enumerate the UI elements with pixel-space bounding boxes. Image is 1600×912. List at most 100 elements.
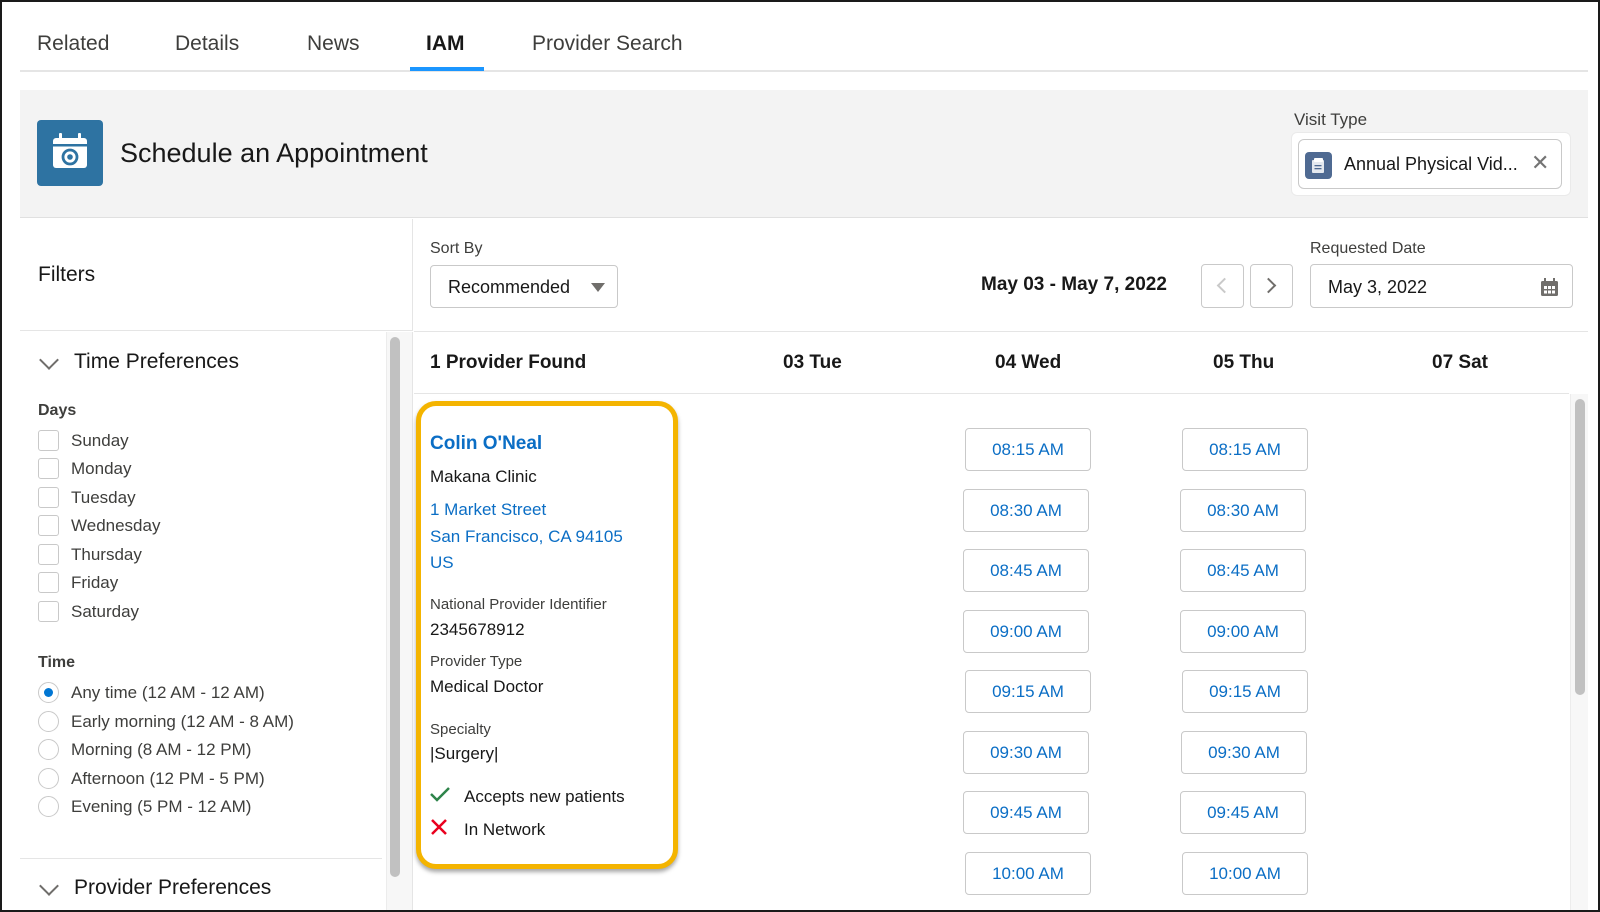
checkbox-label: Wednesday <box>71 515 161 535</box>
provider-preferences-toggle[interactable]: Provider Preferences <box>38 876 271 900</box>
checkbox[interactable] <box>38 487 59 508</box>
checkbox[interactable] <box>38 601 59 622</box>
radio-button[interactable] <box>38 796 59 817</box>
visit-type-pill[interactable]: Annual Physical Vid... ✕ <box>1298 139 1562 189</box>
close-icon[interactable]: ✕ <box>1531 150 1549 176</box>
time-slot-thu[interactable]: 08:15 AM <box>1182 428 1308 471</box>
time-slot-wed[interactable]: 09:45 AM <box>963 791 1089 834</box>
checkbox-label: Monday <box>71 458 132 478</box>
tab-news[interactable]: News <box>307 32 360 56</box>
radio-button[interactable] <box>38 711 59 732</box>
document-icon <box>1305 152 1332 179</box>
filters-header: Filters <box>20 219 413 331</box>
previous-week-button[interactable] <box>1201 264 1244 308</box>
time-slot-wed[interactable]: 08:15 AM <box>965 428 1091 471</box>
tab-iam[interactable]: IAM <box>426 32 465 56</box>
time-slot-wed[interactable]: 09:00 AM <box>963 610 1089 653</box>
provider-address-line-3[interactable]: US <box>430 553 454 573</box>
checkbox[interactable] <box>38 515 59 536</box>
radio-label: Morning (8 AM - 12 PM) <box>71 739 252 759</box>
specialty-value: |Surgery| <box>430 744 499 763</box>
time-slot-thu[interactable]: 09:00 AM <box>1180 610 1306 653</box>
checkbox-label: Thursday <box>71 544 142 564</box>
time-preferences-title: Time Preferences <box>74 350 239 373</box>
sort-by-value: Recommended <box>448 277 571 297</box>
day-checkbox-monday[interactable]: Monday <box>38 458 131 479</box>
provider-type-value: Medical Doctor <box>430 677 544 696</box>
time-slot-wed[interactable]: 10:00 AM <box>965 852 1091 895</box>
day-checkbox-thursday[interactable]: Thursday <box>38 544 142 565</box>
page-title: Schedule an Appointment <box>120 138 428 168</box>
provider-address-line-1[interactable]: 1 Market Street <box>430 500 546 520</box>
checkbox[interactable] <box>38 544 59 565</box>
radio-button[interactable] <box>38 682 59 703</box>
checkbox-label: Saturday <box>71 601 140 621</box>
radio-label: Evening (5 PM - 12 AM) <box>71 796 252 816</box>
calendar-icon <box>37 120 103 186</box>
requested-date-input[interactable]: May 3, 2022 <box>1310 264 1573 308</box>
checkbox[interactable] <box>38 430 59 451</box>
provider-name-link[interactable]: Colin O'Neal <box>430 433 542 455</box>
time-radio-morning[interactable]: Morning (8 AM - 12 PM) <box>38 739 251 760</box>
time-slot-thu[interactable]: 09:15 AM <box>1182 670 1308 713</box>
visit-type-field: Annual Physical Vid... ✕ <box>1291 132 1571 196</box>
checkbox-label: Tuesday <box>71 487 136 507</box>
day-checkbox-friday[interactable]: Friday <box>38 572 118 593</box>
results-scrollbar-thumb[interactable] <box>1575 399 1585 695</box>
cross-icon <box>430 818 452 841</box>
tab-details[interactable]: Details <box>175 32 239 56</box>
checkmark-icon <box>430 786 452 807</box>
day-header-sat: 07 Sat <box>1432 352 1488 373</box>
checkbox[interactable] <box>38 572 59 593</box>
provider-clinic: Makana Clinic <box>430 467 537 486</box>
checkbox-label: Friday <box>71 572 119 592</box>
in-network-label: In Network <box>464 819 546 839</box>
time-slot-wed[interactable]: 08:45 AM <box>963 549 1089 592</box>
day-header-wed: 04 Wed <box>995 352 1062 373</box>
calendar-icon[interactable] <box>1541 278 1558 296</box>
time-slot-wed[interactable]: 09:30 AM <box>963 731 1089 774</box>
chevron-right-icon <box>1260 277 1277 294</box>
in-network: In Network <box>430 818 545 841</box>
requested-date-value: May 3, 2022 <box>1328 277 1428 297</box>
tab-related[interactable]: Related <box>37 32 109 56</box>
time-radio-any[interactable]: Any time (12 AM - 12 AM) <box>38 682 265 703</box>
app-frame: Related Details News IAM Provider Search… <box>2 2 1598 910</box>
day-checkbox-wednesday[interactable]: Wednesday <box>38 515 160 536</box>
time-radio-evening[interactable]: Evening (5 PM - 12 AM) <box>38 796 251 817</box>
time-slot-thu[interactable]: 09:30 AM <box>1181 731 1307 774</box>
radio-button[interactable] <box>38 739 59 760</box>
time-slot-thu[interactable]: 08:30 AM <box>1180 489 1306 532</box>
time-label: Time <box>38 654 76 671</box>
filters-panel: Time Preferences Days Sunday Monday Tues… <box>20 332 413 910</box>
provider-address-line-2[interactable]: San Francisco, CA 94105 <box>430 527 623 547</box>
next-week-button[interactable] <box>1250 264 1293 308</box>
visit-type-value: Annual Physical Vid... <box>1344 154 1518 174</box>
radio-button[interactable] <box>38 768 59 789</box>
radio-label: Any time (12 AM - 12 AM) <box>71 682 265 702</box>
checkbox[interactable] <box>38 458 59 479</box>
filters-title: Filters <box>38 263 96 286</box>
day-checkbox-saturday[interactable]: Saturday <box>38 601 139 622</box>
time-radio-early-morning[interactable]: Early morning (12 AM - 8 AM) <box>38 711 294 732</box>
time-radio-afternoon[interactable]: Afternoon (12 PM - 5 PM) <box>38 768 265 789</box>
time-slot-thu[interactable]: 09:45 AM <box>1180 791 1306 834</box>
time-preferences-toggle[interactable]: Time Preferences <box>38 350 239 374</box>
radio-label: Early morning (12 AM - 8 AM) <box>71 711 294 731</box>
active-tab-indicator <box>410 67 484 71</box>
day-checkbox-tuesday[interactable]: Tuesday <box>38 487 136 508</box>
time-slot-wed[interactable]: 09:15 AM <box>965 670 1091 713</box>
checkbox-label: Sunday <box>71 430 129 450</box>
time-slot-wed[interactable]: 08:30 AM <box>963 489 1089 532</box>
time-slot-thu[interactable]: 08:45 AM <box>1180 549 1306 592</box>
page-header: Schedule an Appointment Visit Type Annua… <box>20 90 1588 218</box>
sort-by-select[interactable]: Recommended <box>430 265 618 308</box>
filters-scrollbar-thumb[interactable] <box>390 337 400 877</box>
visit-type-label: Visit Type <box>1294 110 1368 129</box>
tab-provider-search[interactable]: Provider Search <box>532 32 683 56</box>
npi-label: National Provider Identifier <box>430 596 607 613</box>
day-checkbox-sunday[interactable]: Sunday <box>38 430 129 451</box>
npi-value: 2345678912 <box>430 620 525 639</box>
time-slot-thu[interactable]: 10:00 AM <box>1182 852 1308 895</box>
providers-found-count: 1 Provider Found <box>430 352 587 373</box>
